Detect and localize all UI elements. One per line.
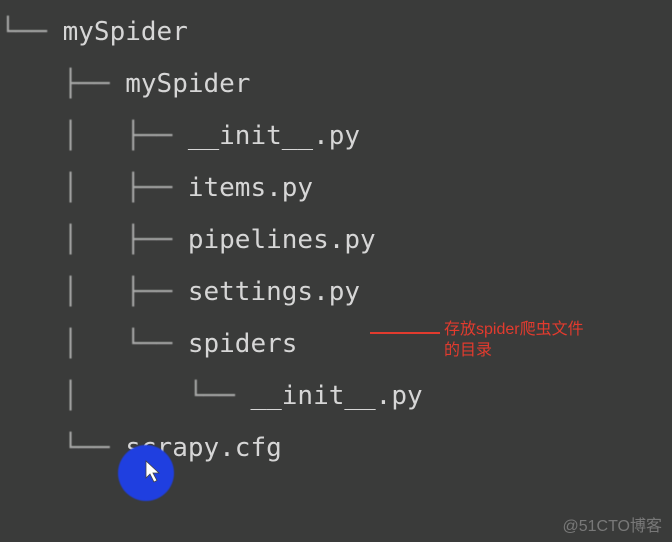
annotation-line-2: 的目录 bbox=[444, 341, 614, 362]
tree-connector: │ ├── bbox=[0, 277, 188, 307]
tree-row: └── scrapy.cfg bbox=[0, 422, 672, 474]
tree-row: │ └── __init__.py bbox=[0, 370, 672, 422]
tree-node-name: items.py bbox=[188, 173, 313, 203]
tree-connector: ├── bbox=[0, 69, 125, 99]
cursor-halo bbox=[118, 445, 174, 501]
tree-node-name: __init__.py bbox=[250, 381, 422, 411]
file-tree: └── mySpider ├── mySpider │ ├── __init__… bbox=[0, 0, 672, 474]
tree-node-name: pipelines.py bbox=[188, 225, 376, 255]
tree-row: │ ├── __init__.py bbox=[0, 110, 672, 162]
tree-row: │ ├── items.py bbox=[0, 162, 672, 214]
tree-connector: │ ├── bbox=[0, 173, 188, 203]
tree-connector: │ └── bbox=[0, 381, 250, 411]
annotation-connector-line bbox=[370, 332, 440, 334]
tree-row: │ ├── settings.py bbox=[0, 266, 672, 318]
tree-row: └── mySpider bbox=[0, 6, 672, 58]
tree-node-name: settings.py bbox=[188, 277, 360, 307]
annotation-label: 存放spider爬虫文件 的目录 bbox=[444, 320, 614, 362]
tree-node-name: mySpider bbox=[125, 69, 250, 99]
tree-node-name: __init__.py bbox=[188, 121, 360, 151]
tree-node-name: spiders bbox=[188, 329, 298, 359]
tree-connector: │ ├── bbox=[0, 121, 188, 151]
tree-connector: └── bbox=[0, 17, 63, 47]
tree-row: ├── mySpider bbox=[0, 58, 672, 110]
annotation-line-1: 存放spider爬虫文件 bbox=[444, 320, 614, 341]
tree-row: │ ├── pipelines.py bbox=[0, 214, 672, 266]
tree-connector: │ ├── bbox=[0, 225, 188, 255]
tree-connector: │ └── bbox=[0, 329, 188, 359]
watermark: @51CTO博客 bbox=[562, 512, 662, 536]
tree-node-name: mySpider bbox=[63, 17, 188, 47]
tree-connector: └── bbox=[0, 433, 125, 463]
